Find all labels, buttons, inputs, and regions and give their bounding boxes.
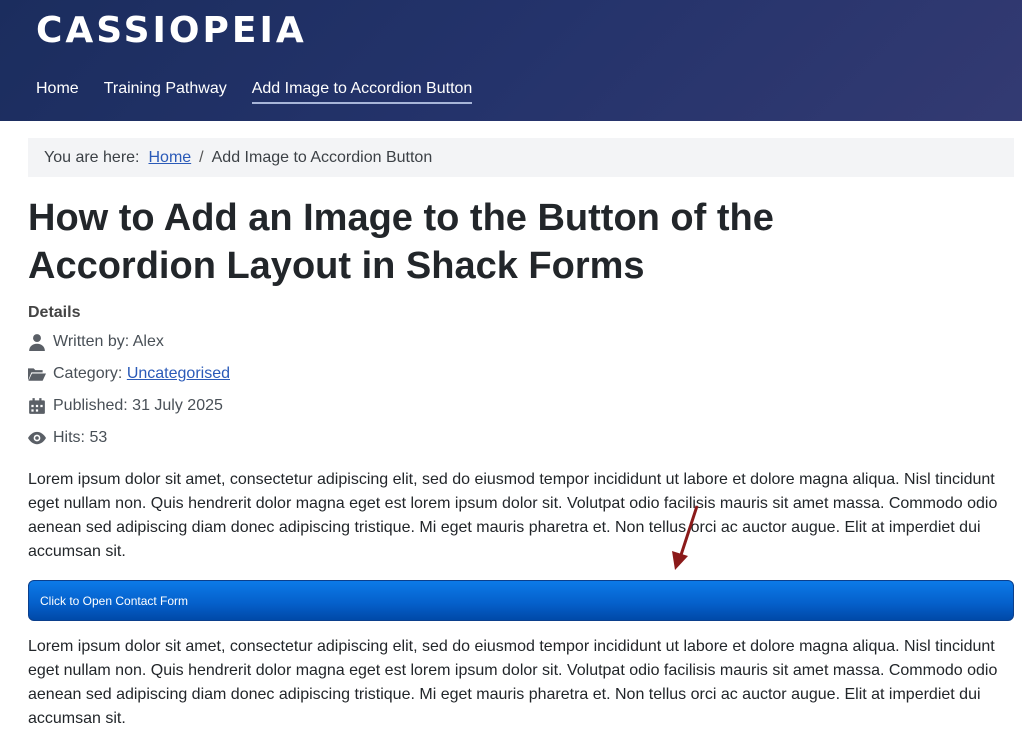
breadcrumb: You are here: Home / Add Image to Accord… [28,138,1014,177]
details-heading: Details [28,304,81,321]
nav-item-add-image[interactable]: Add Image to Accordion Button [251,80,473,104]
calendar-icon [29,398,45,414]
accordion-button-label: Click to Open Contact Form [40,593,189,608]
site-header: CASSIOPEIA Home Training Pathway Add Ima… [0,0,1022,121]
article-meta: Written by: Alex Category: Uncategorised… [28,326,1022,454]
breadcrumb-current: Add Image to Accordion Button [211,148,433,166]
meta-category: Category: Uncategorised [28,358,1022,390]
site-logo[interactable]: CASSIOPEIA [36,10,307,51]
breadcrumb-separator: / [199,148,204,166]
breadcrumb-home-link[interactable]: Home [148,149,191,167]
meta-hits-text: Hits: 53 [53,429,108,446]
article-paragraph-2: Lorem ipsum dolor sit amet, consectetur … [28,638,998,727]
page-title: How to Add an Image to the Button of the… [28,197,774,287]
user-icon [29,334,45,351]
accordion-toggle-button[interactable]: Click to Open Contact Form [28,580,1014,621]
article-paragraph-1: Lorem ipsum dolor sit amet, consectetur … [28,471,998,560]
folder-open-icon [28,368,46,381]
meta-hits: Hits: 53 [28,422,1022,454]
nav-item-home[interactable]: Home [36,80,79,104]
meta-published-text: Published: 31 July 2025 [53,397,223,414]
breadcrumb-prefix: You are here: [44,148,140,166]
main-nav: Home Training Pathway Add Image to Accor… [36,80,473,104]
meta-published: Published: 31 July 2025 [28,390,1022,422]
nav-item-training-pathway[interactable]: Training Pathway [104,80,227,104]
meta-category-label: Category: [53,365,123,382]
meta-author: Written by: Alex [28,326,1022,358]
eye-icon [28,431,46,445]
meta-category-link[interactable]: Uncategorised [127,365,230,383]
meta-author-text: Written by: Alex [53,333,164,350]
